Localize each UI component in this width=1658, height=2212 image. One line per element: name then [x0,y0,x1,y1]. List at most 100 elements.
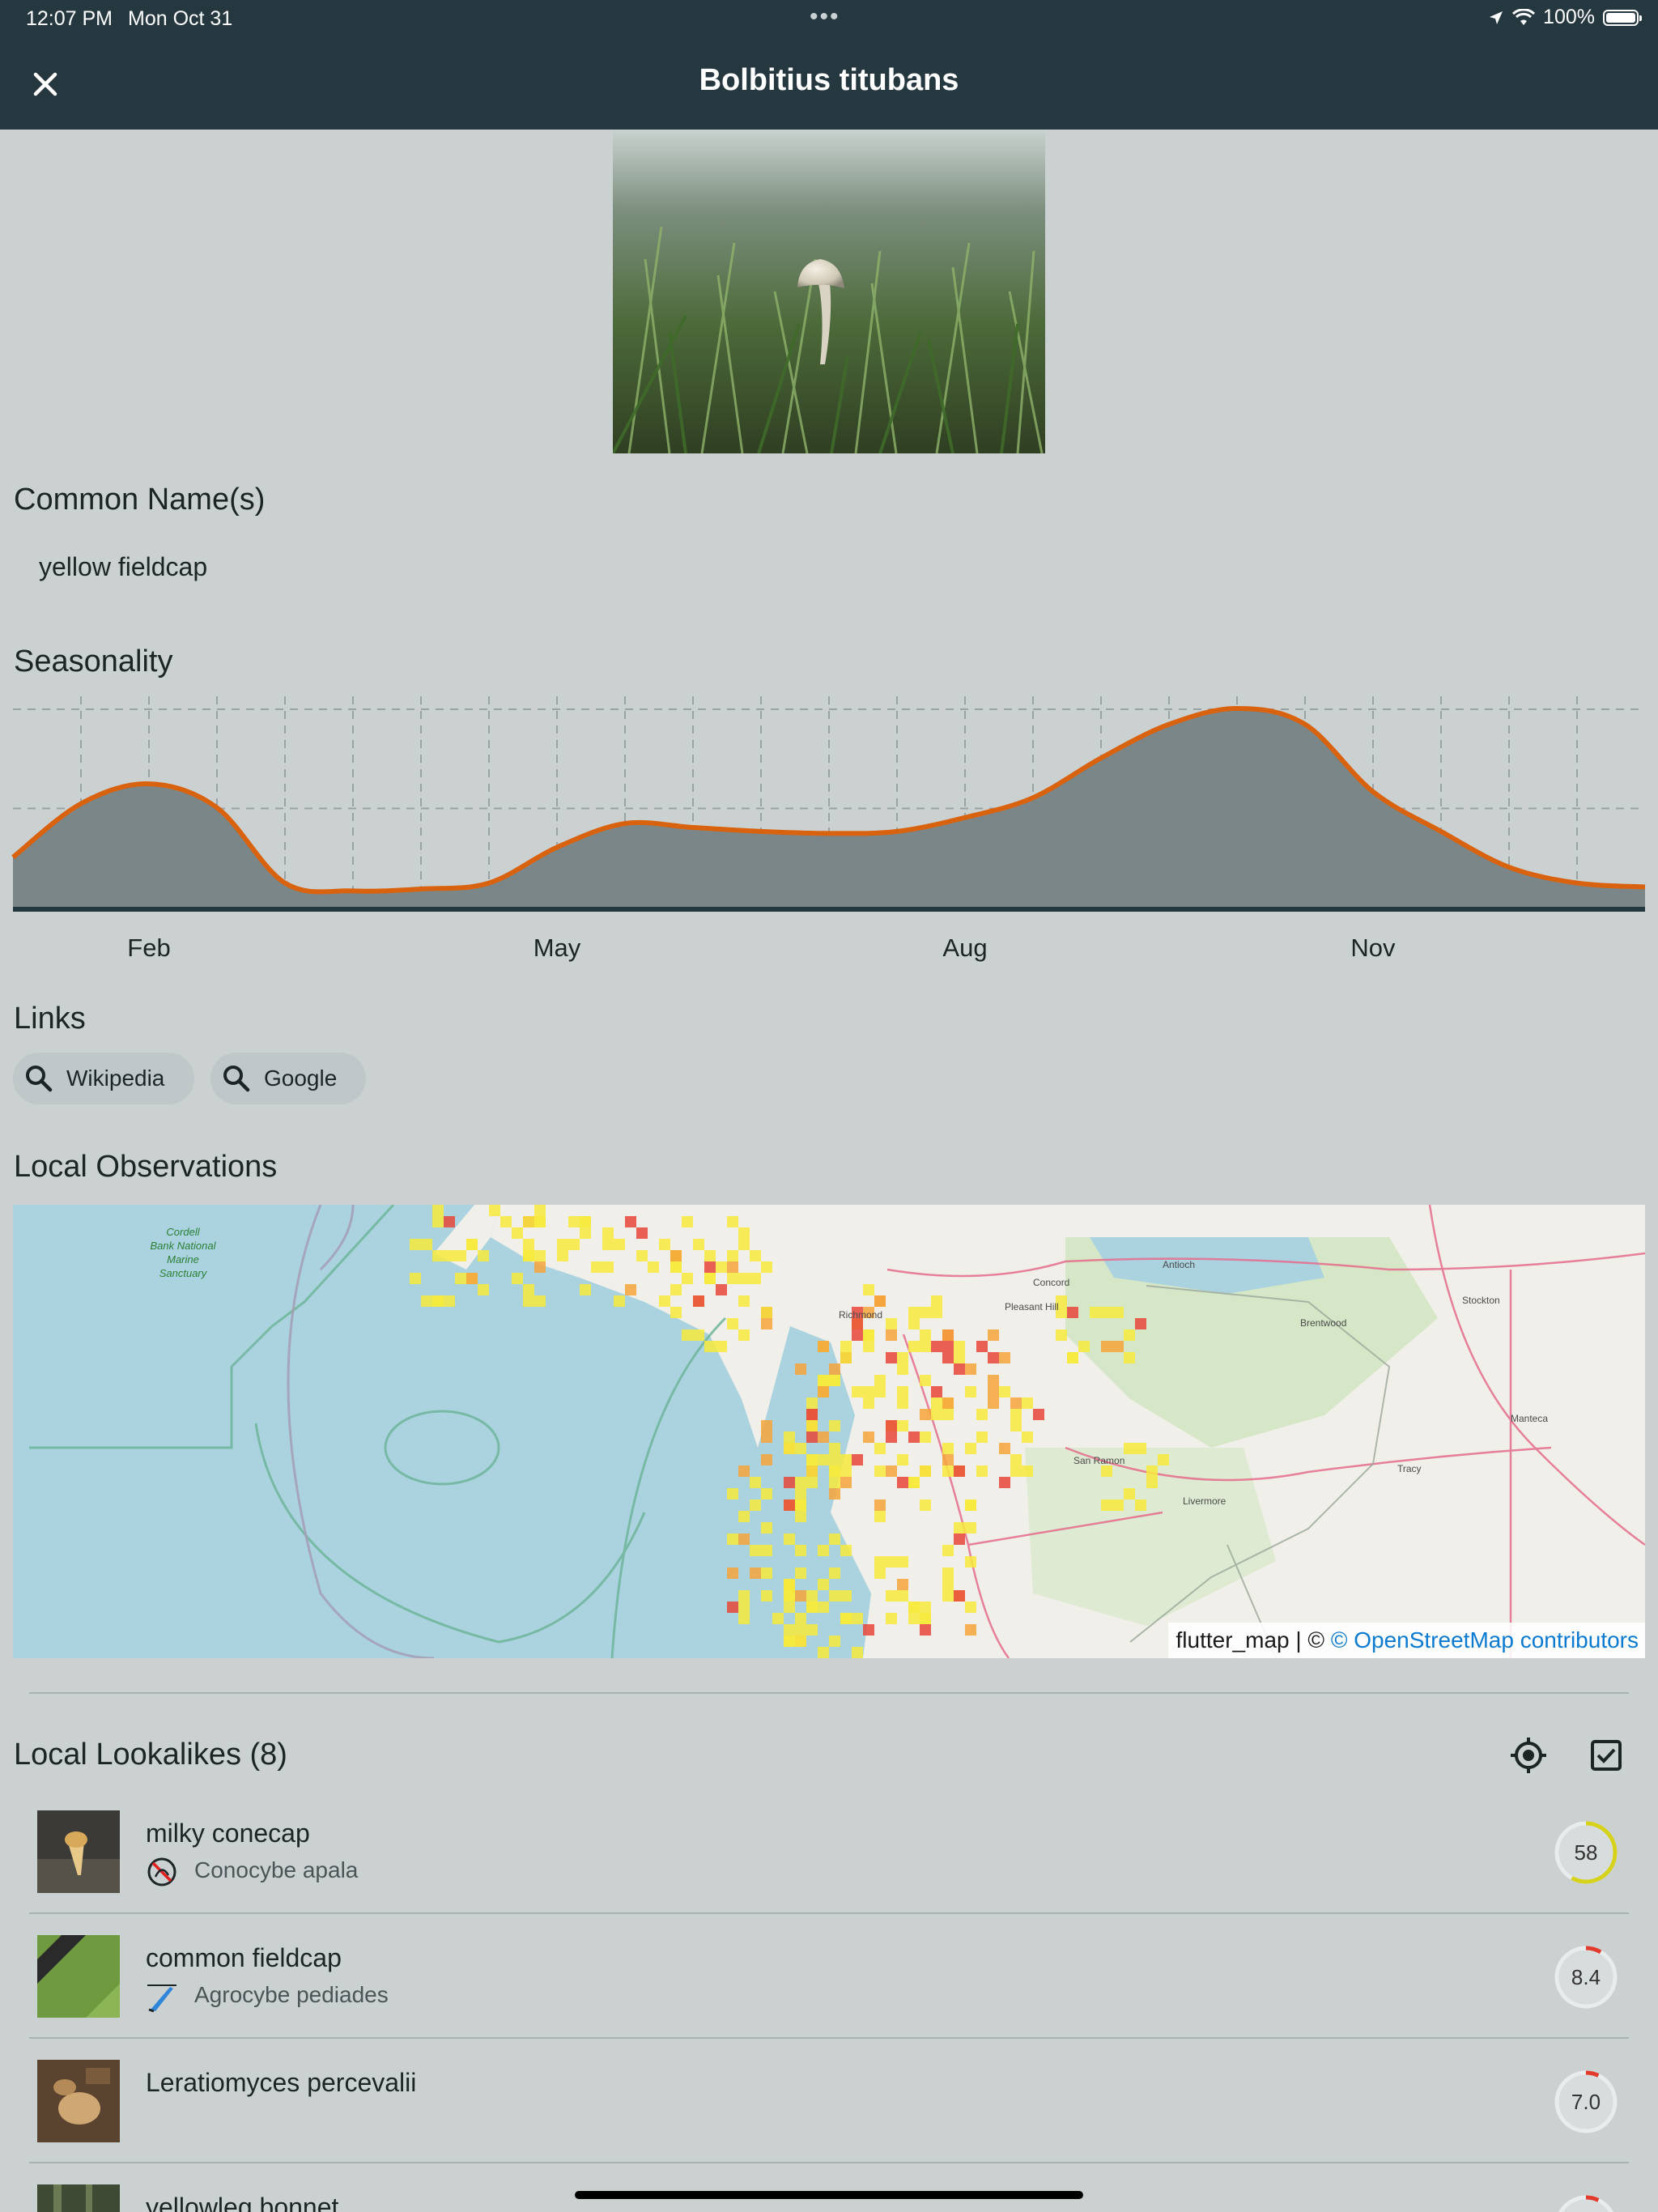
wifi-icon [1512,8,1536,25]
heatmap-cell [795,1636,806,1647]
heatmap-cell [444,1295,455,1307]
heatmap-cell [931,1409,942,1420]
heatmap-cell [806,1465,818,1477]
heatmap-cell [784,1636,795,1647]
similarity-score-ring: 8.4 [1553,1944,1619,2010]
heatmap-cell [512,1227,523,1239]
heatmap-cell [931,1295,942,1307]
svg-text:Tracy: Tracy [1397,1463,1422,1474]
heatmap-cell [942,1590,954,1602]
lookalike-thumbnail [37,1935,120,2018]
common-names-heading: Common Name(s) [14,483,266,517]
heatmap-cell [1146,1465,1158,1477]
heatmap-cell [965,1499,976,1511]
checkbox-icon[interactable] [1584,1733,1629,1778]
heatmap-cell [897,1579,908,1590]
heatmap-cell [602,1239,614,1250]
heatmap-cell [455,1273,466,1284]
map-label-group: Cordell Bank National Marine Sanctuary [151,1226,217,1279]
heatmap-cell [954,1465,965,1477]
lookalike-scientific-name: Conocybe apala [194,1857,359,1882]
heatmap-cell [1135,1499,1146,1511]
heatmap-cell [874,1443,886,1454]
seasonality-chart-svg: Feb May Aug Nov [11,696,1646,962]
heatmap-cell [1078,1341,1090,1352]
heatmap-cell [965,1556,976,1568]
heatmap-cell [931,1386,942,1397]
heatmap-cell [942,1579,954,1590]
seasonality-chart: Feb May Aug Nov [11,688,1646,963]
heatmap-cell [636,1250,648,1261]
heatmap-cell [954,1363,965,1375]
heatmap-cell [908,1307,920,1318]
heatmap-cell [738,1273,750,1284]
lookalike-item-yellowleg-bonnet[interactable]: yellowleg bonnet [0,2165,1658,2212]
heatmap-cell [1022,1431,1033,1443]
my-location-icon[interactable] [1506,1733,1551,1778]
heatmap-cell [942,1545,954,1556]
similarity-score-ring: 7.0 [1553,2069,1619,2135]
heatmap-cell [738,1295,750,1307]
status-date: Mon Oct 31 [128,7,233,30]
heatmap-cell [908,1602,920,1613]
lookalike-item-common-fieldcap[interactable]: common fieldcap Agrocybe pediades 8.4 [0,1916,1658,2039]
heatmap-cell [795,1511,806,1522]
knife-icon [147,1984,176,2013]
battery-percent: 100% [1543,6,1595,28]
heatmap-cell [1022,1465,1033,1477]
lookalike-item-milky-conecap[interactable]: milky conecap Conocybe apala 58 [0,1791,1658,1914]
heatmap-cell [840,1590,852,1602]
heatmap-cell [999,1352,1010,1363]
search-icon [26,1066,53,1092]
svg-text:Concord: Concord [1033,1277,1069,1288]
heatmap-cell [840,1341,852,1352]
google-link-chip[interactable]: Google [210,1053,366,1104]
heatmap-cell [976,1409,988,1420]
lookalike-item-leratiomyces-percevalii[interactable]: Leratiomyces percevalii 7.0 [0,2040,1658,2163]
svg-text:Livermore: Livermore [1183,1495,1226,1507]
home-indicator[interactable] [575,2191,1083,2199]
heatmap-cell [738,1602,750,1613]
seasonality-heading: Seasonality [14,644,173,678]
heatmap-cell [863,1397,874,1409]
heatmap-cell [580,1284,591,1295]
heatmap-cell [738,1227,750,1239]
heatmap-cell [523,1295,534,1307]
heatmap-cell [1010,1420,1022,1431]
heatmap-cell [954,1534,965,1545]
heatmap-cell [1010,1454,1022,1465]
heatmap-cell [818,1602,829,1613]
heatmap-cell [908,1318,920,1329]
wikipedia-link-chip[interactable]: Wikipedia [13,1053,194,1104]
heatmap-cell [795,1477,806,1488]
heatmap-cell [591,1261,602,1273]
heatmap-cell [444,1250,455,1261]
heatmap-cell [1124,1488,1135,1499]
heatmap-cell [999,1477,1010,1488]
heatmap-cell [670,1284,682,1295]
heatmap-cell [466,1239,478,1250]
heatmap-cell [761,1545,772,1556]
heatmap-cell [784,1534,795,1545]
heatmap-cell [965,1602,976,1613]
lookalike-thumbnail [37,2184,120,2212]
heatmap-cell [897,1454,908,1465]
heatmap-cell [1124,1352,1135,1363]
heatmap-cell [1124,1443,1135,1454]
species-photo[interactable] [613,130,1045,453]
map-tiles[interactable]: Cordell Bank National Marine Sanctuary C… [13,1205,1645,1658]
heatmap-cell [818,1386,829,1397]
heatmap-cell [727,1216,738,1227]
heatmap-cell [829,1488,840,1499]
heatmap-cell [942,1352,954,1363]
heatmap-cell [682,1273,693,1284]
heatmap-cell [942,1443,954,1454]
multitasking-dots-icon[interactable]: ••• [810,3,840,31]
heatmap-cell [829,1590,840,1602]
heatmap-cell [863,1386,874,1397]
openstreetmap-link[interactable]: © OpenStreetMap contributors [1331,1627,1639,1653]
heatmap-cell [580,1227,591,1239]
similarity-score: 8.4 [1571,1965,1601,1989]
observations-map[interactable]: Cordell Bank National Marine Sanctuary C… [13,1205,1645,1658]
heatmap-cell [874,1386,886,1397]
